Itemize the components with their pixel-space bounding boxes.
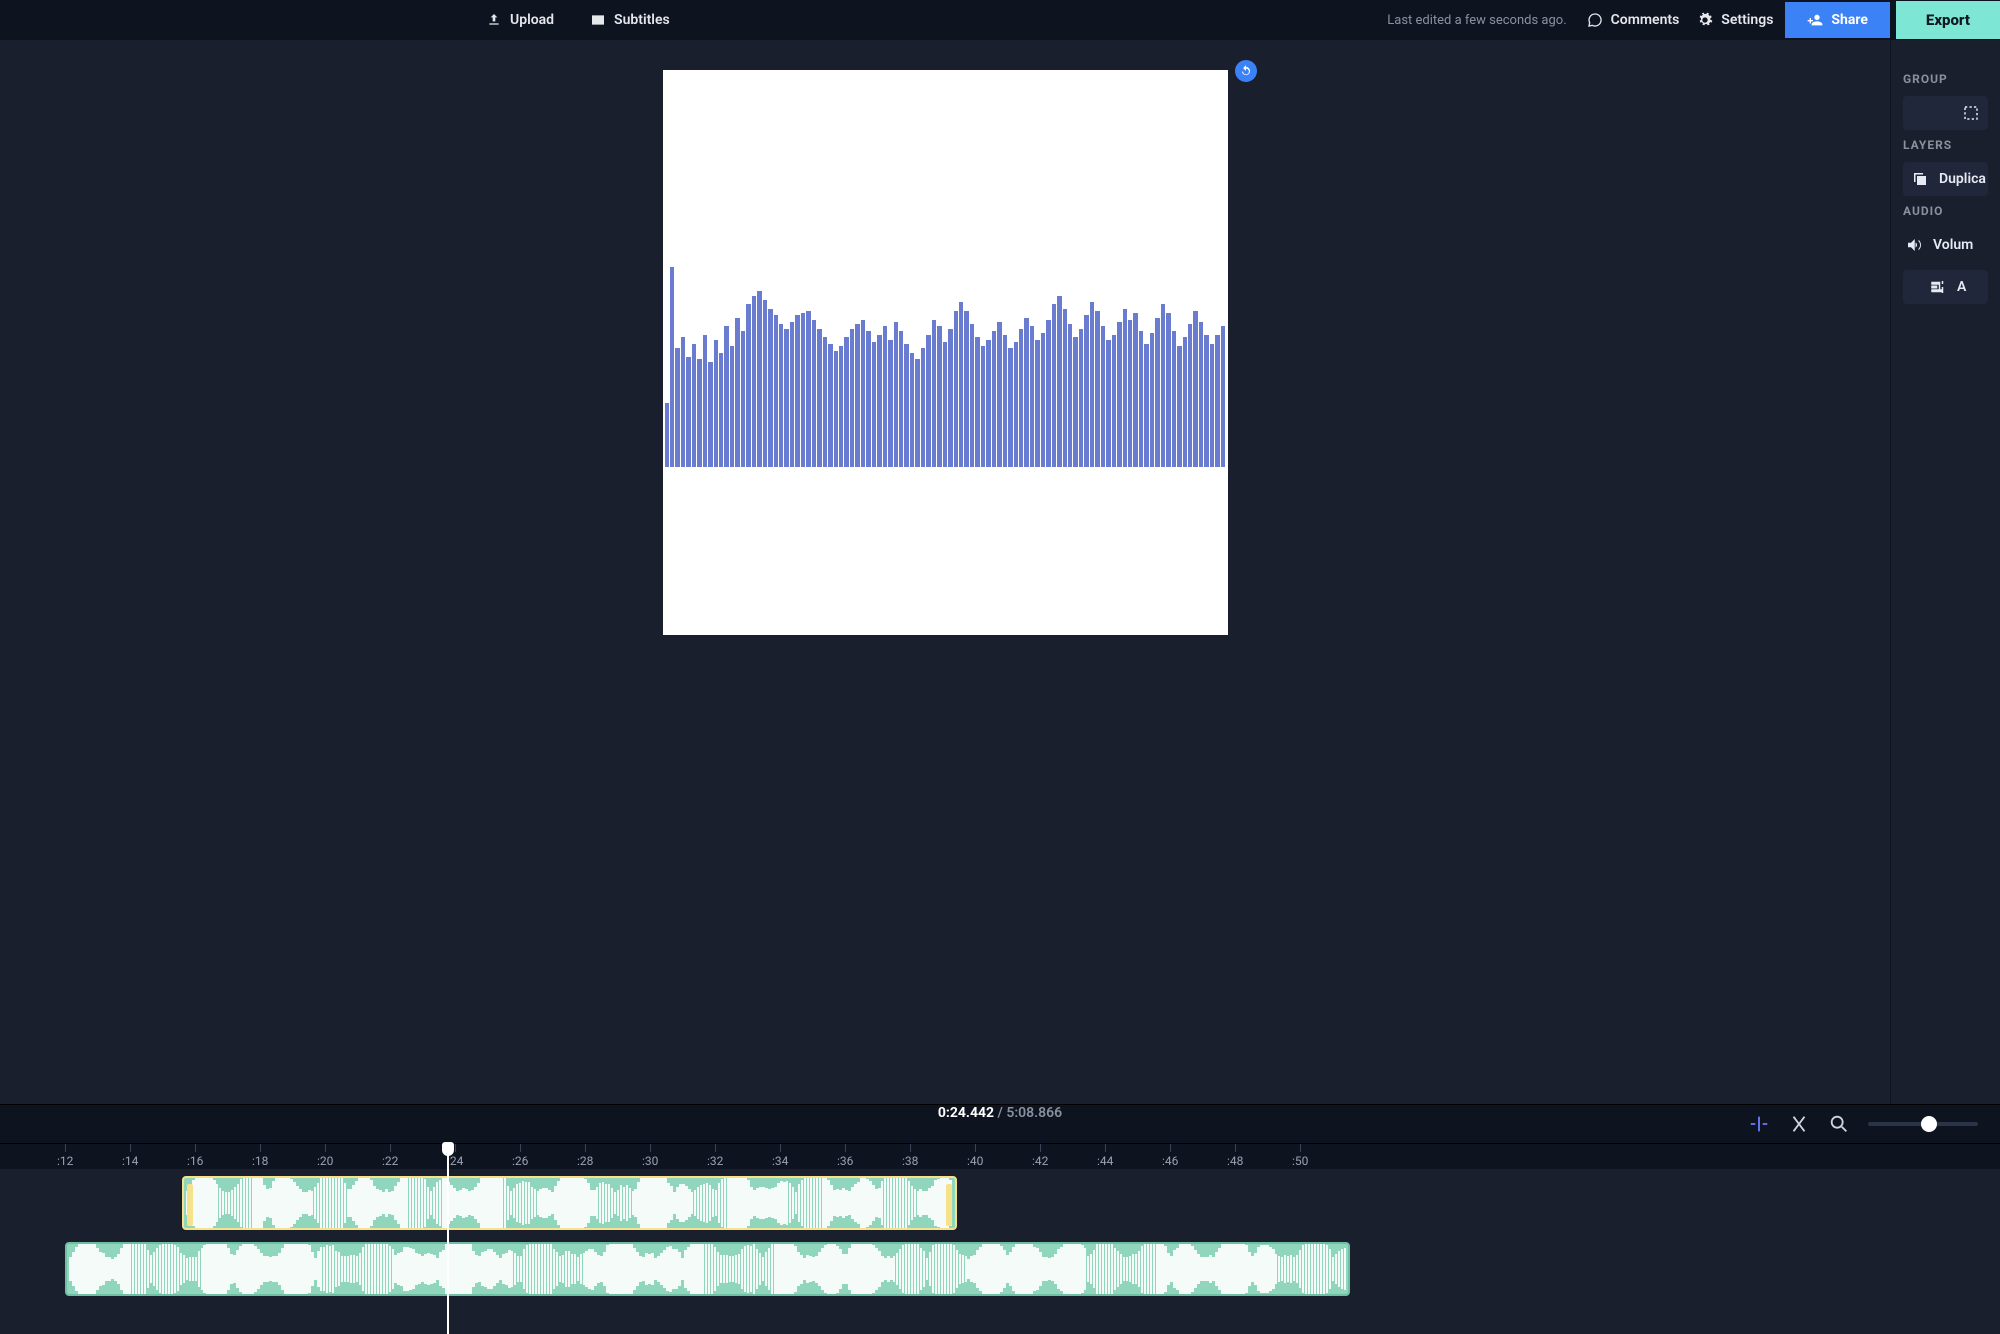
zoom-tool[interactable] [1828,1113,1850,1135]
person-plus-icon [1807,12,1823,28]
split-tool[interactable] [1748,1113,1770,1135]
right-panel: GROUP LAYERS Duplica AUDIO Volum A [1890,40,2000,1104]
ruler-tick: :18 [252,1144,268,1170]
group-select-button[interactable] [1903,96,1988,130]
speaker-icon [1905,236,1923,254]
ruler-tick: :28 [577,1144,593,1170]
last-edited-status: Last edited a few seconds ago. [1387,13,1566,28]
ruler-tick: :44 [1097,1144,1113,1170]
track-row[interactable] [0,1173,2000,1235]
playhead-knob[interactable] [442,1142,454,1156]
audio-clip[interactable] [65,1242,1350,1296]
share-button[interactable]: Share [1785,2,1890,38]
export-label: Export [1926,11,1970,29]
ruler-tick: :12 [57,1144,73,1170]
audio-visualizer [663,267,1228,467]
zoom-slider[interactable] [1868,1122,1978,1126]
volume-button[interactable]: Volum [1903,228,1988,262]
main-area: GROUP LAYERS Duplica AUDIO Volum A [0,40,2000,1104]
trim-tool[interactable] [1788,1113,1810,1135]
refresh-icon [1239,64,1253,78]
select-icon [1962,104,1980,122]
ruler-tick: :22 [382,1144,398,1170]
subtitles-button[interactable]: Subtitles [584,6,676,34]
tracks-area[interactable] [0,1169,2000,1334]
timeline-controls: 0:24.442 / 5:08.866 [0,1105,2000,1143]
upload-label: Upload [510,12,554,28]
ruler-tick: :30 [642,1144,658,1170]
ruler-tick: :46 [1162,1144,1178,1170]
upload-icon [486,12,502,28]
top-toolbar: Upload Subtitles Last edited a few secon… [0,0,2000,40]
ruler-tick: :16 [187,1144,203,1170]
ruler-tick: :42 [1032,1144,1048,1170]
audio-clip[interactable] [182,1176,957,1230]
volume-label: Volum [1933,237,1973,253]
settings-label: Settings [1721,12,1773,28]
copy-icon [1911,170,1929,188]
audio-adjust-label: A [1957,279,1966,295]
comments-button[interactable]: Comments [1581,6,1686,34]
ruler-tick: :26 [512,1144,528,1170]
upload-button[interactable]: Upload [480,6,560,34]
sliders-icon [1929,278,1947,296]
app-root: Upload Subtitles Last edited a few secon… [0,0,2000,1334]
export-button[interactable]: Export [1896,1,2000,39]
time-ruler[interactable]: :12:14:16:18:20:22:24:26:28:30:32:34:36:… [0,1143,2000,1169]
chat-icon [1587,12,1603,28]
ruler-tick: :32 [707,1144,723,1170]
playhead-line[interactable] [447,1169,449,1334]
total-time: 5:08.866 [1006,1105,1062,1121]
ruler-tick: :40 [967,1144,983,1170]
share-label: Share [1831,12,1868,28]
clip-handle-left[interactable] [187,1184,193,1226]
ruler-tick: :36 [837,1144,853,1170]
canvas-preview[interactable] [663,70,1228,635]
canvas-area [0,40,1890,1104]
ruler-tick: :50 [1292,1144,1308,1170]
ruler-tick: :34 [772,1144,788,1170]
gear-icon [1697,12,1713,28]
ruler-tick: :20 [317,1144,333,1170]
audio-adjust-button[interactable]: A [1903,270,1988,304]
time-display: 0:24.442 / 5:08.866 [938,1105,1062,1121]
duplicate-button[interactable]: Duplica [1903,162,1988,196]
subtitles-icon [590,12,606,28]
trim-icon [1788,1113,1810,1135]
track-row[interactable] [0,1239,2000,1301]
split-icon [1748,1113,1770,1135]
clip-handle-right[interactable] [946,1184,952,1226]
duplicate-label: Duplica [1939,171,1986,187]
ruler-tick: :38 [902,1144,918,1170]
ruler-tick: :48 [1227,1144,1243,1170]
refresh-button[interactable] [1235,60,1257,82]
toolbar-left-group: Upload Subtitles [480,6,676,34]
timeline: 0:24.442 / 5:08.866 [0,1104,2000,1334]
subtitles-label: Subtitles [614,12,670,28]
comments-label: Comments [1611,12,1680,28]
layers-heading: LAYERS [1903,138,1988,152]
timeline-tools [1748,1113,1978,1135]
magnifier-icon [1828,1113,1850,1135]
zoom-thumb[interactable] [1921,1116,1937,1132]
group-heading: GROUP [1903,72,1988,86]
audio-heading: AUDIO [1903,204,1988,218]
settings-button[interactable]: Settings [1691,6,1779,34]
current-time: 0:24.442 [938,1105,994,1121]
ruler-tick: :14 [122,1144,138,1170]
